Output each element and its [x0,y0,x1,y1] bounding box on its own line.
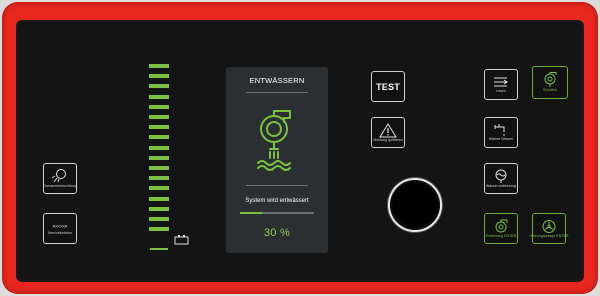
lamp-icon [51,169,66,183]
heating-system-key-label: Heizungsanlage ENTER [529,233,569,238]
heating-system-key[interactable]: Heizungsanlage ENTER [529,213,569,244]
level-segment [149,217,169,221]
warning-triangle-icon [379,122,397,138]
level-segment [149,135,169,140]
level-segment [149,115,169,119]
schalten-key-label: Schalten [543,88,557,93]
pump-drain-icon [257,110,291,171]
level-segment [149,196,169,201]
warning-key-label: Meldung quittieren [373,137,403,142]
level-segment [149,84,169,89]
warm-water-key[interactable]: Wärme Wasser [484,117,518,148]
switch-pump-icon [544,72,557,88]
schalten-key[interactable]: Schalten [532,66,568,99]
level-segment [149,74,169,79]
water-drain-key[interactable]: Wasser-entleerung [484,163,518,194]
service-key-label: Servicefunktion [47,231,73,236]
display-screen: ENTWÄSSERN System wird entwässert 30 % [226,67,328,253]
test-button[interactable]: TEST [371,71,405,102]
level-baseline [150,248,168,250]
battery-icon [174,235,189,245]
service-key[interactable]: «‹‹››» Servicefunktion [43,213,77,244]
lesen-key[interactable]: Lesen [484,69,518,100]
level-segment [149,155,169,160]
level-segment [149,227,169,232]
descale-arrows-icon [494,77,508,87]
service-arrows-icon: «‹‹››» [53,224,68,230]
faucet-icon [494,124,505,137]
fan-icon [542,219,556,233]
test-button-label: TEST [376,81,400,92]
level-segment [149,145,169,150]
progress-percent: 30 % [263,227,291,239]
level-segment [149,206,169,211]
screen-divider-bottom [246,185,308,186]
warm-water-key-label: Wärme Wasser [488,137,514,142]
progress-fill [240,212,263,214]
warning-acknowledge-button[interactable]: Meldung quittieren [371,117,405,148]
water-drain-icon [495,169,507,183]
svg-text:«‹‹››»: «‹‹››» [53,224,68,230]
screen-status: System wird entwässert [245,198,309,204]
level-segment [149,176,169,181]
level-segment [149,186,169,191]
water-drain-key-label: Wasser-entleerung [485,183,517,188]
level-segment [149,125,169,130]
pump-icon [495,219,508,233]
level-segment [149,94,169,99]
level-segment [149,104,169,109]
rotary-knob[interactable] [390,180,440,230]
lesen-key-label: Lesen [496,89,506,94]
lighting-key[interactable]: Garraumbeleuchtung [43,163,77,194]
screen-title: ENTWÄSSERN [249,76,305,85]
pump-drain-key[interactable]: Entleerung ENTER [484,213,518,244]
pump-drain-key-label: Entleerung ENTER [485,233,517,238]
level-segment [149,166,169,170]
lighting-key-label: Garraumbeleuchtung [43,184,77,189]
screen-divider-top [246,92,308,93]
level-segment [149,64,169,68]
